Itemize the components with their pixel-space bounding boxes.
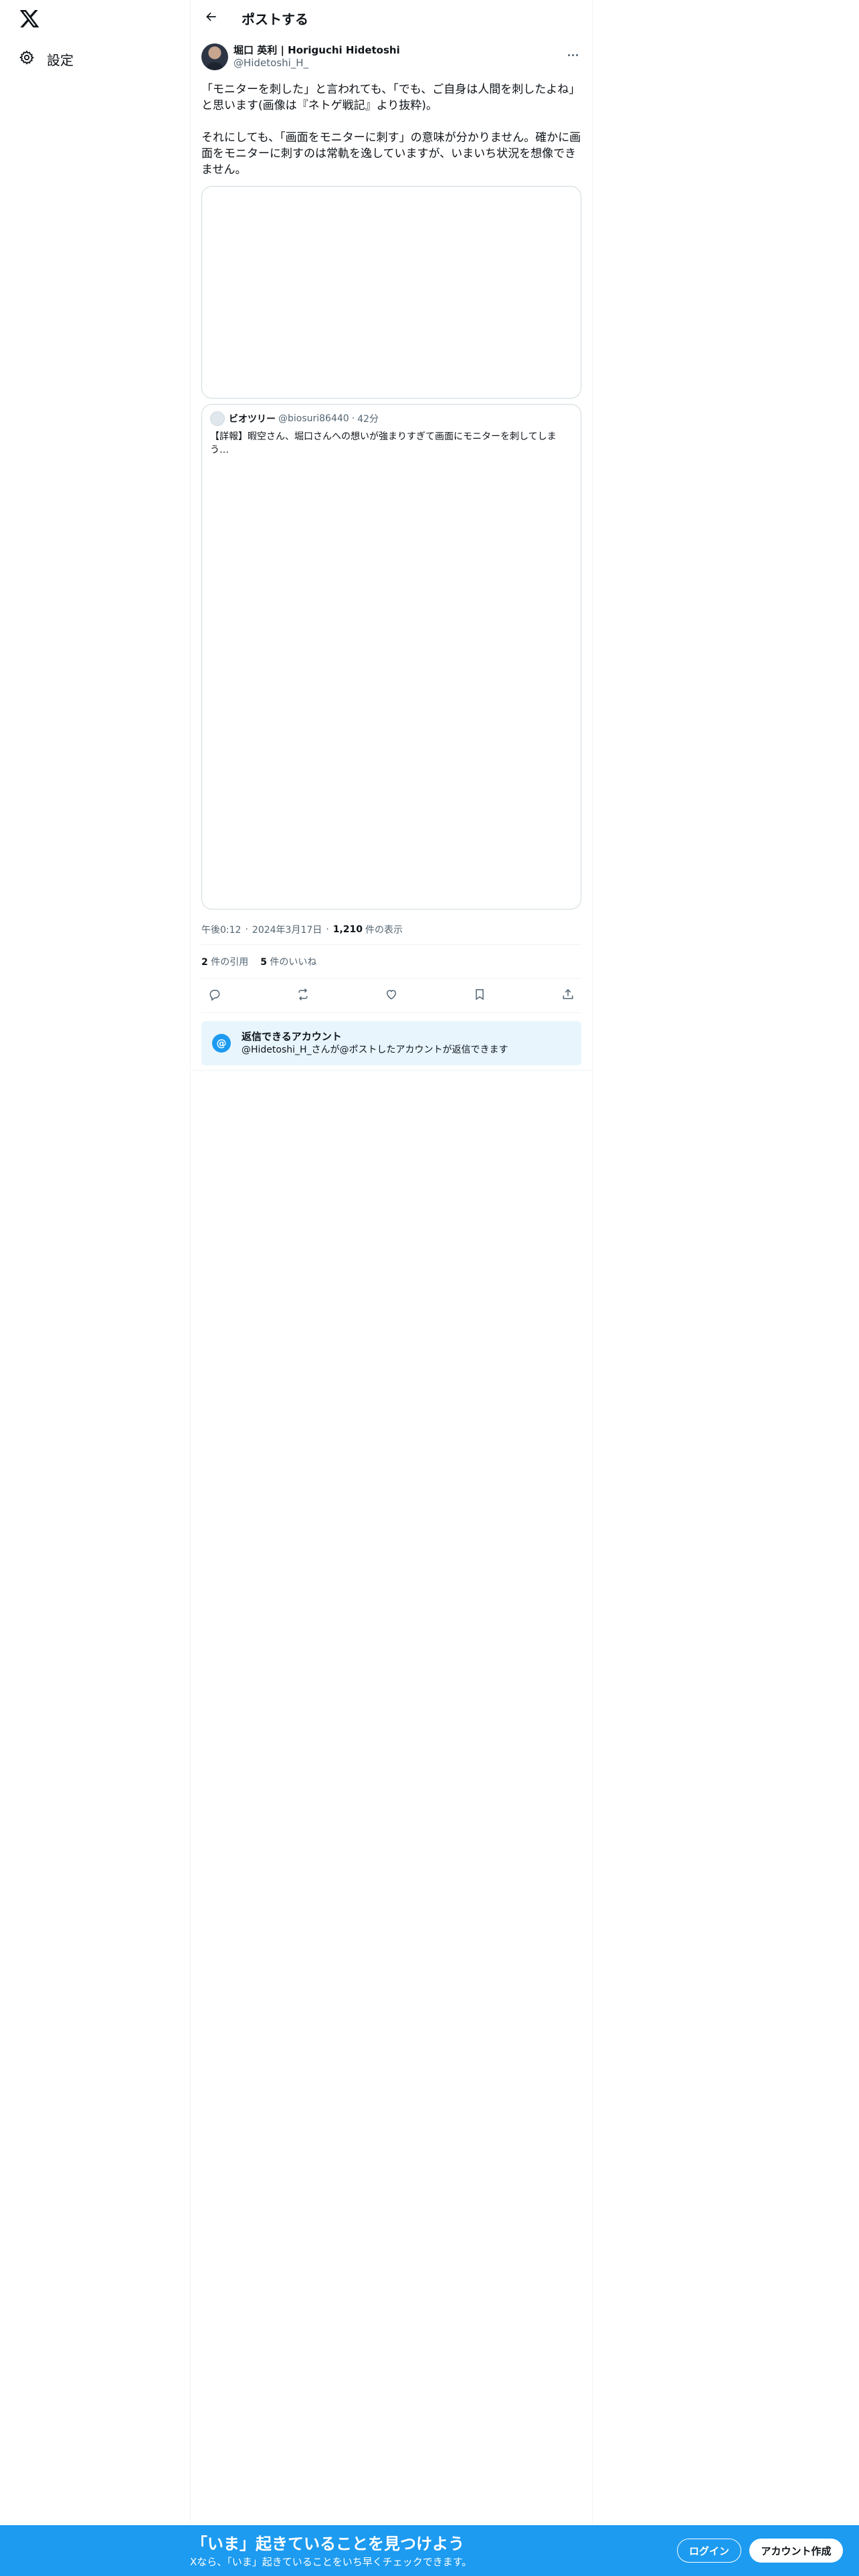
- post-text: 「モニターを刺した」と言われても、「でも、ご自身は人間を刺したよね」と思います(…: [201, 83, 581, 177]
- quote-timestamp: 42分: [357, 414, 379, 425]
- nav-item-settings[interactable]: 設定: [19, 47, 74, 71]
- signup-button[interactable]: アカウント作成: [749, 2539, 843, 2563]
- author-row: 堀口 英利 | Horiguchi Hidetoshi @Hidetoshi_H…: [201, 40, 581, 74]
- like-button[interactable]: [382, 986, 401, 1005]
- quote-avatar: [210, 411, 225, 426]
- quote-author-handle: @biosuri86440: [278, 413, 349, 424]
- reply-notice-title: 返信できるアカウント: [242, 1031, 342, 1043]
- repost-button[interactable]: [294, 986, 312, 1005]
- more-dot-icon: [575, 53, 578, 56]
- views-label: 件の表示: [365, 925, 403, 936]
- login-button[interactable]: ログイン: [677, 2539, 741, 2563]
- gear-icon: [19, 49, 35, 69]
- post-date[interactable]: 2024年3月17日: [252, 923, 322, 936]
- post-meta: 午後0:12 · 2024年3月17日 · 1,210 件の表示: [201, 923, 403, 936]
- divider: [201, 1012, 581, 1013]
- x-logo-icon[interactable]: [19, 8, 40, 29]
- author-name[interactable]: 堀口 英利 | Horiguchi Hidetoshi: [233, 44, 400, 57]
- arrow-left-icon: [205, 10, 218, 26]
- left-nav: 設定: [0, 0, 190, 2576]
- nav-item-settings-label: 設定: [47, 51, 74, 68]
- share-button[interactable]: [559, 986, 577, 1005]
- heart-icon: [385, 988, 398, 1004]
- action-bar: [201, 979, 581, 1012]
- quote-separator: ·: [351, 413, 355, 424]
- more-options-button[interactable]: [564, 48, 581, 62]
- quotes-count: 2: [201, 957, 208, 968]
- post-media[interactable]: [201, 186, 581, 399]
- quoted-post[interactable]: ビオツリー @biosuri86440 · 42分 【詳報】暇空さん、堀口さんへ…: [201, 404, 581, 909]
- avatar[interactable]: [201, 43, 228, 70]
- quotes-label: 件の引用: [211, 957, 249, 968]
- divider: [191, 1070, 592, 1071]
- quotes-stat[interactable]: 2 件の引用: [201, 955, 248, 968]
- likes-label: 件のいいね: [270, 957, 317, 968]
- back-button[interactable]: [200, 7, 223, 29]
- top-bar: ポストする: [191, 0, 592, 36]
- quote-text: 【詳報】暇空さん、堀口さんへの想いが強まりすぎて画面にモニターを刺してしまう…: [210, 431, 557, 455]
- bookmark-button[interactable]: [470, 986, 489, 1005]
- more-dot-icon: [571, 53, 574, 56]
- likes-stat[interactable]: 5 件のいいね: [260, 955, 316, 968]
- banner-title: 「いま」起きていることを見つけよう: [191, 2535, 464, 2553]
- share-icon: [561, 988, 575, 1004]
- views-count: 1,210: [332, 924, 363, 935]
- post-time[interactable]: 午後0:12: [201, 923, 241, 936]
- page-title: ポストする: [242, 11, 308, 27]
- reply-icon: [208, 988, 221, 1004]
- repost-icon: [296, 988, 310, 1004]
- reply-notice-subtitle: @Hidetoshi_H_さんが@ポストしたアカウントが返信できます: [242, 1045, 508, 1055]
- reply-button[interactable]: [205, 986, 224, 1005]
- reply-restriction-notice: @ 返信できるアカウント @Hidetoshi_H_さんが@ポストしたアカウント…: [201, 1021, 581, 1065]
- more-dot-icon: [567, 53, 570, 56]
- likes-count: 5: [260, 957, 267, 968]
- post: 堀口 英利 | Horiguchi Hidetoshi @Hidetoshi_H…: [191, 40, 592, 1065]
- main-column: ポストする 堀口 英利 | Horiguchi Hidetoshi @Hidet…: [190, 0, 593, 2525]
- stats-row: 2 件の引用 5 件のいいね: [201, 945, 581, 978]
- signup-banner: 「いま」起きていることを見つけよう Xなら、「いま」起きていることをいち早くチェ…: [0, 2525, 859, 2576]
- author-handle[interactable]: @Hidetoshi_H_: [233, 57, 400, 70]
- banner-subtitle: Xなら、「いま」起きていることをいち早くチェックできます。: [190, 2556, 472, 2568]
- at-sign-icon: @: [212, 1034, 231, 1053]
- quote-author-name: ビオツリー: [229, 414, 276, 425]
- bookmark-icon: [473, 988, 486, 1004]
